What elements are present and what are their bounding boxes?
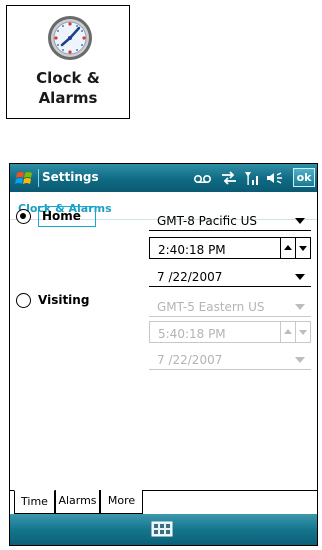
home-timezone-select[interactable]: GMT-8 Pacific US (149, 209, 311, 231)
spin-up-button (280, 322, 295, 342)
arrow-up-icon (284, 329, 292, 334)
keyboard-icon[interactable] (151, 521, 173, 537)
tab-time[interactable]: Time (14, 490, 55, 514)
arrow-up-icon (284, 245, 292, 250)
clock-alarms-app-tile[interactable]: Clock & Alarms (6, 5, 130, 119)
home-time-value: 2:40:18 PM (158, 243, 226, 257)
chevron-down-icon (295, 304, 305, 310)
speaker-icon[interactable] (266, 170, 284, 186)
chevron-down-icon (295, 357, 305, 363)
signal-icon[interactable] (244, 170, 260, 186)
title-bar: Settings ok (10, 164, 317, 192)
spin-down-button[interactable] (295, 238, 310, 258)
tab-strip: Time Alarms More (10, 490, 317, 515)
spin-up-button[interactable] (280, 238, 295, 258)
voicemail-icon[interactable] (193, 170, 213, 186)
ok-button[interactable]: ok (293, 168, 315, 187)
menu-bar (10, 514, 317, 545)
home-radio-dot (20, 213, 26, 219)
sync-arrows-icon[interactable] (220, 170, 238, 186)
home-radio[interactable] (16, 209, 31, 224)
visiting-radio[interactable] (16, 293, 31, 308)
time-spinner (280, 322, 310, 342)
visiting-time-field: 5:40:18 PM (149, 321, 311, 343)
visiting-timezone-value: GMT-5 Eastern US (157, 300, 265, 314)
chevron-down-icon[interactable] (295, 274, 305, 280)
home-date-select[interactable]: 7 /22/2007 (149, 265, 311, 287)
app-tile-label: Clock & Alarms (7, 68, 129, 108)
tab-alarms[interactable]: Alarms (55, 490, 100, 514)
chevron-down-icon[interactable] (295, 218, 305, 224)
tab-more[interactable]: More (100, 490, 143, 514)
home-label[interactable]: Home (42, 209, 81, 223)
visiting-date-select: 7 /22/2007 (149, 348, 311, 370)
arrow-down-icon (299, 330, 307, 335)
title-separator (38, 169, 39, 187)
time-spinner[interactable] (280, 238, 310, 258)
visiting-label[interactable]: Visiting (38, 293, 89, 307)
app-tile-label-line1: Clock & (36, 69, 100, 87)
arrow-down-icon (299, 246, 307, 251)
home-timezone-value: GMT-8 Pacific US (157, 214, 258, 228)
home-date-value: 7 /22/2007 (157, 270, 223, 284)
home-time-field[interactable]: 2:40:18 PM (149, 237, 311, 259)
visiting-date-value: 7 /22/2007 (157, 353, 223, 367)
settings-screen: Settings ok Clock & Alarms Home GMT-8 Pa… (9, 163, 318, 546)
clock-icon (48, 16, 92, 60)
app-tile-label-line2: Alarms (38, 89, 98, 107)
visiting-time-value: 5:40:18 PM (158, 327, 226, 341)
spin-down-button (295, 322, 310, 342)
app-title: Settings (42, 170, 99, 184)
windows-start-icon[interactable] (14, 168, 36, 188)
visiting-timezone-select: GMT-5 Eastern US (149, 295, 311, 317)
